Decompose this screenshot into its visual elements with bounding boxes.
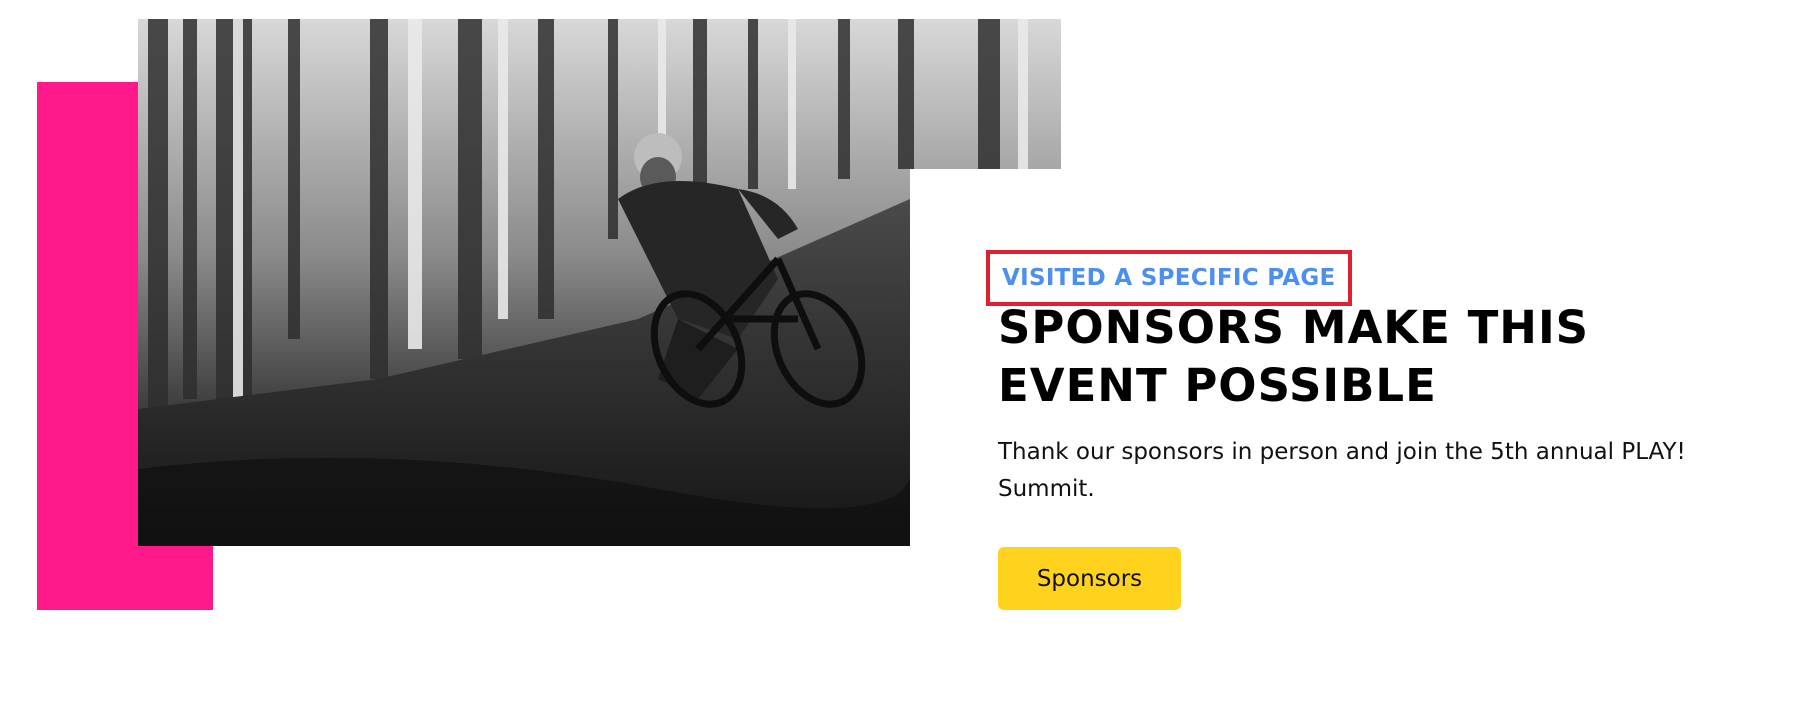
eyebrow-highlight-box: VISITED A SPECIFIC PAGE: [986, 250, 1352, 306]
mountain-biker-photo: [138, 19, 1061, 546]
section-body-text: Thank our sponsors in person and join th…: [998, 439, 1686, 502]
sponsors-promo-section: VISITED A SPECIFIC PAGE SPONSORS MAKE TH…: [0, 0, 1819, 701]
sponsors-button[interactable]: Sponsors: [998, 547, 1181, 610]
eyebrow-label: VISITED A SPECIFIC PAGE: [1002, 265, 1336, 291]
section-headline: SPONSORS MAKE THIS EVENT POSSIBLE: [998, 301, 1590, 412]
